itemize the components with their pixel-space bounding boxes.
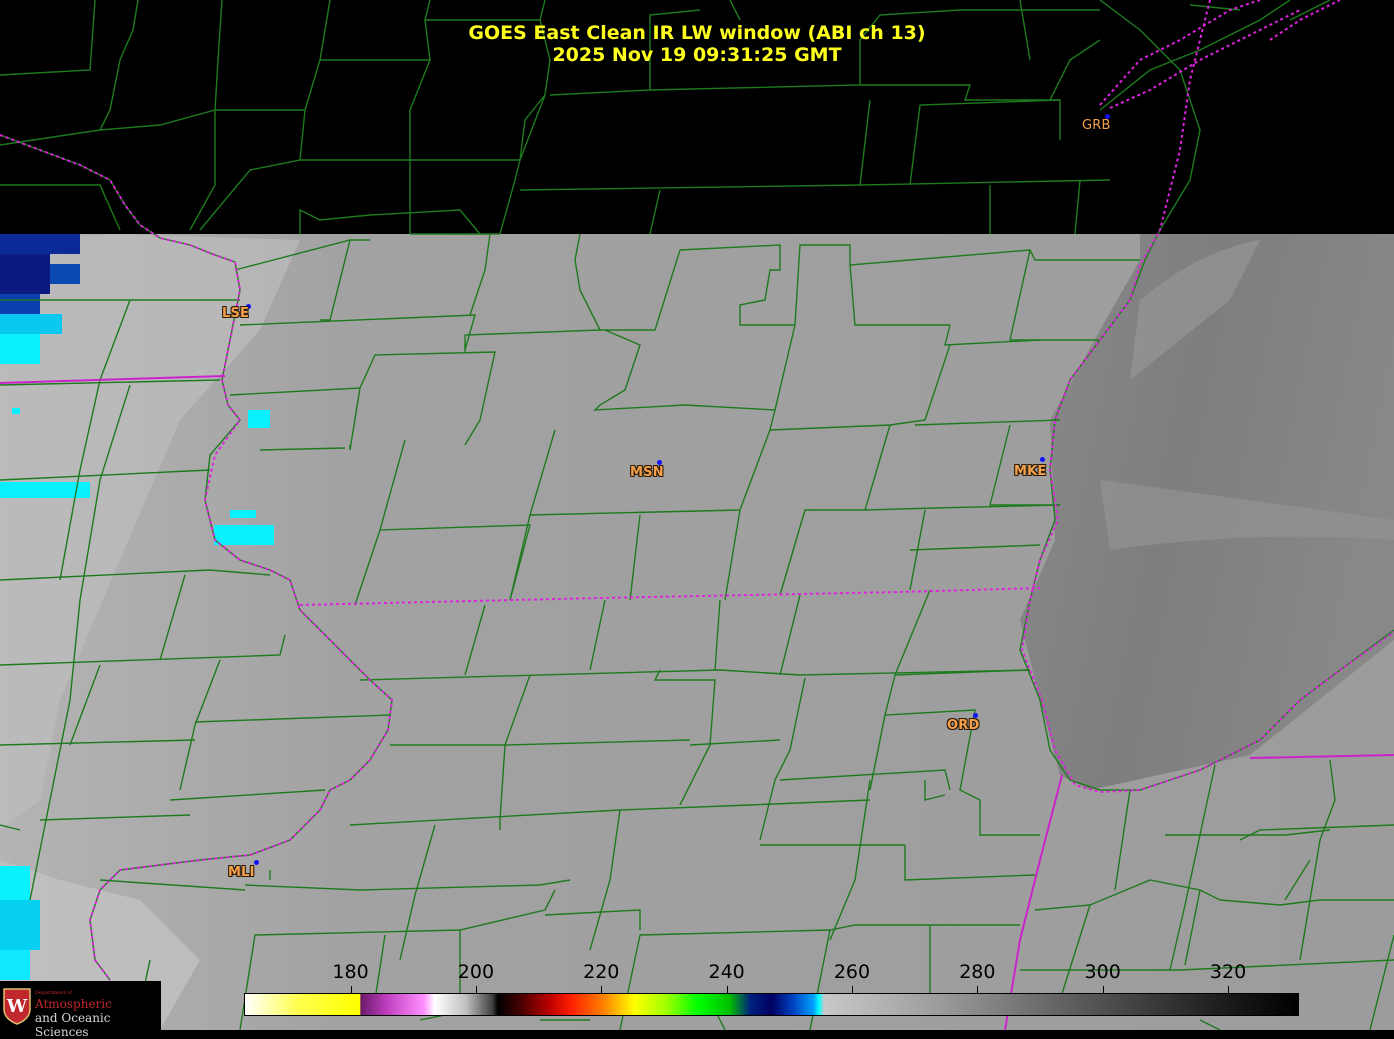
colorbar-tick-label: 260 (833, 961, 871, 983)
station-dot-mke (1040, 457, 1045, 462)
station-label-mke: MKE (1014, 464, 1047, 479)
station-label-grb: GRB (1082, 118, 1111, 133)
logo-dept-text: Department of (35, 990, 72, 996)
colorbar-tick-label: 200 (457, 961, 495, 983)
timestamp: 2025 Nov 19 09:31:25 GMT (552, 44, 842, 66)
logo-line1: Atmospheric (35, 997, 112, 1011)
station-dot-mli (254, 860, 259, 865)
colorbar-tick-label: 300 (1084, 961, 1121, 983)
satellite-map (0, 0, 1394, 1030)
product-title: GOES East Clean IR LW window (ABI ch 13) (468, 22, 926, 44)
uw-seal-icon: W (3, 988, 31, 1025)
colorbar-tick-label: 220 (583, 961, 620, 983)
colorbar-tick-label: 320 (1209, 961, 1247, 983)
colorbar-tick-label: 280 (959, 961, 996, 983)
station-label-lse: LSE (222, 306, 250, 321)
station-label-msn: MSN (630, 465, 664, 480)
colorbar-tick-label: 180 (332, 961, 369, 983)
colorbar-tick-label: 240 (708, 961, 745, 983)
colorbar (244, 993, 1299, 1016)
svg-text:W: W (6, 996, 28, 1017)
logo-line2: and Oceanic Sciences (35, 1011, 111, 1039)
station-label-mli: MLI (228, 865, 255, 880)
colorbar-legend: 180 200 220 240 260 280 300 320 (240, 960, 1310, 1020)
station-label-ord: ORD (947, 718, 980, 733)
aos-logo: W Department of Atmospheric and Oceanic … (0, 981, 161, 1039)
